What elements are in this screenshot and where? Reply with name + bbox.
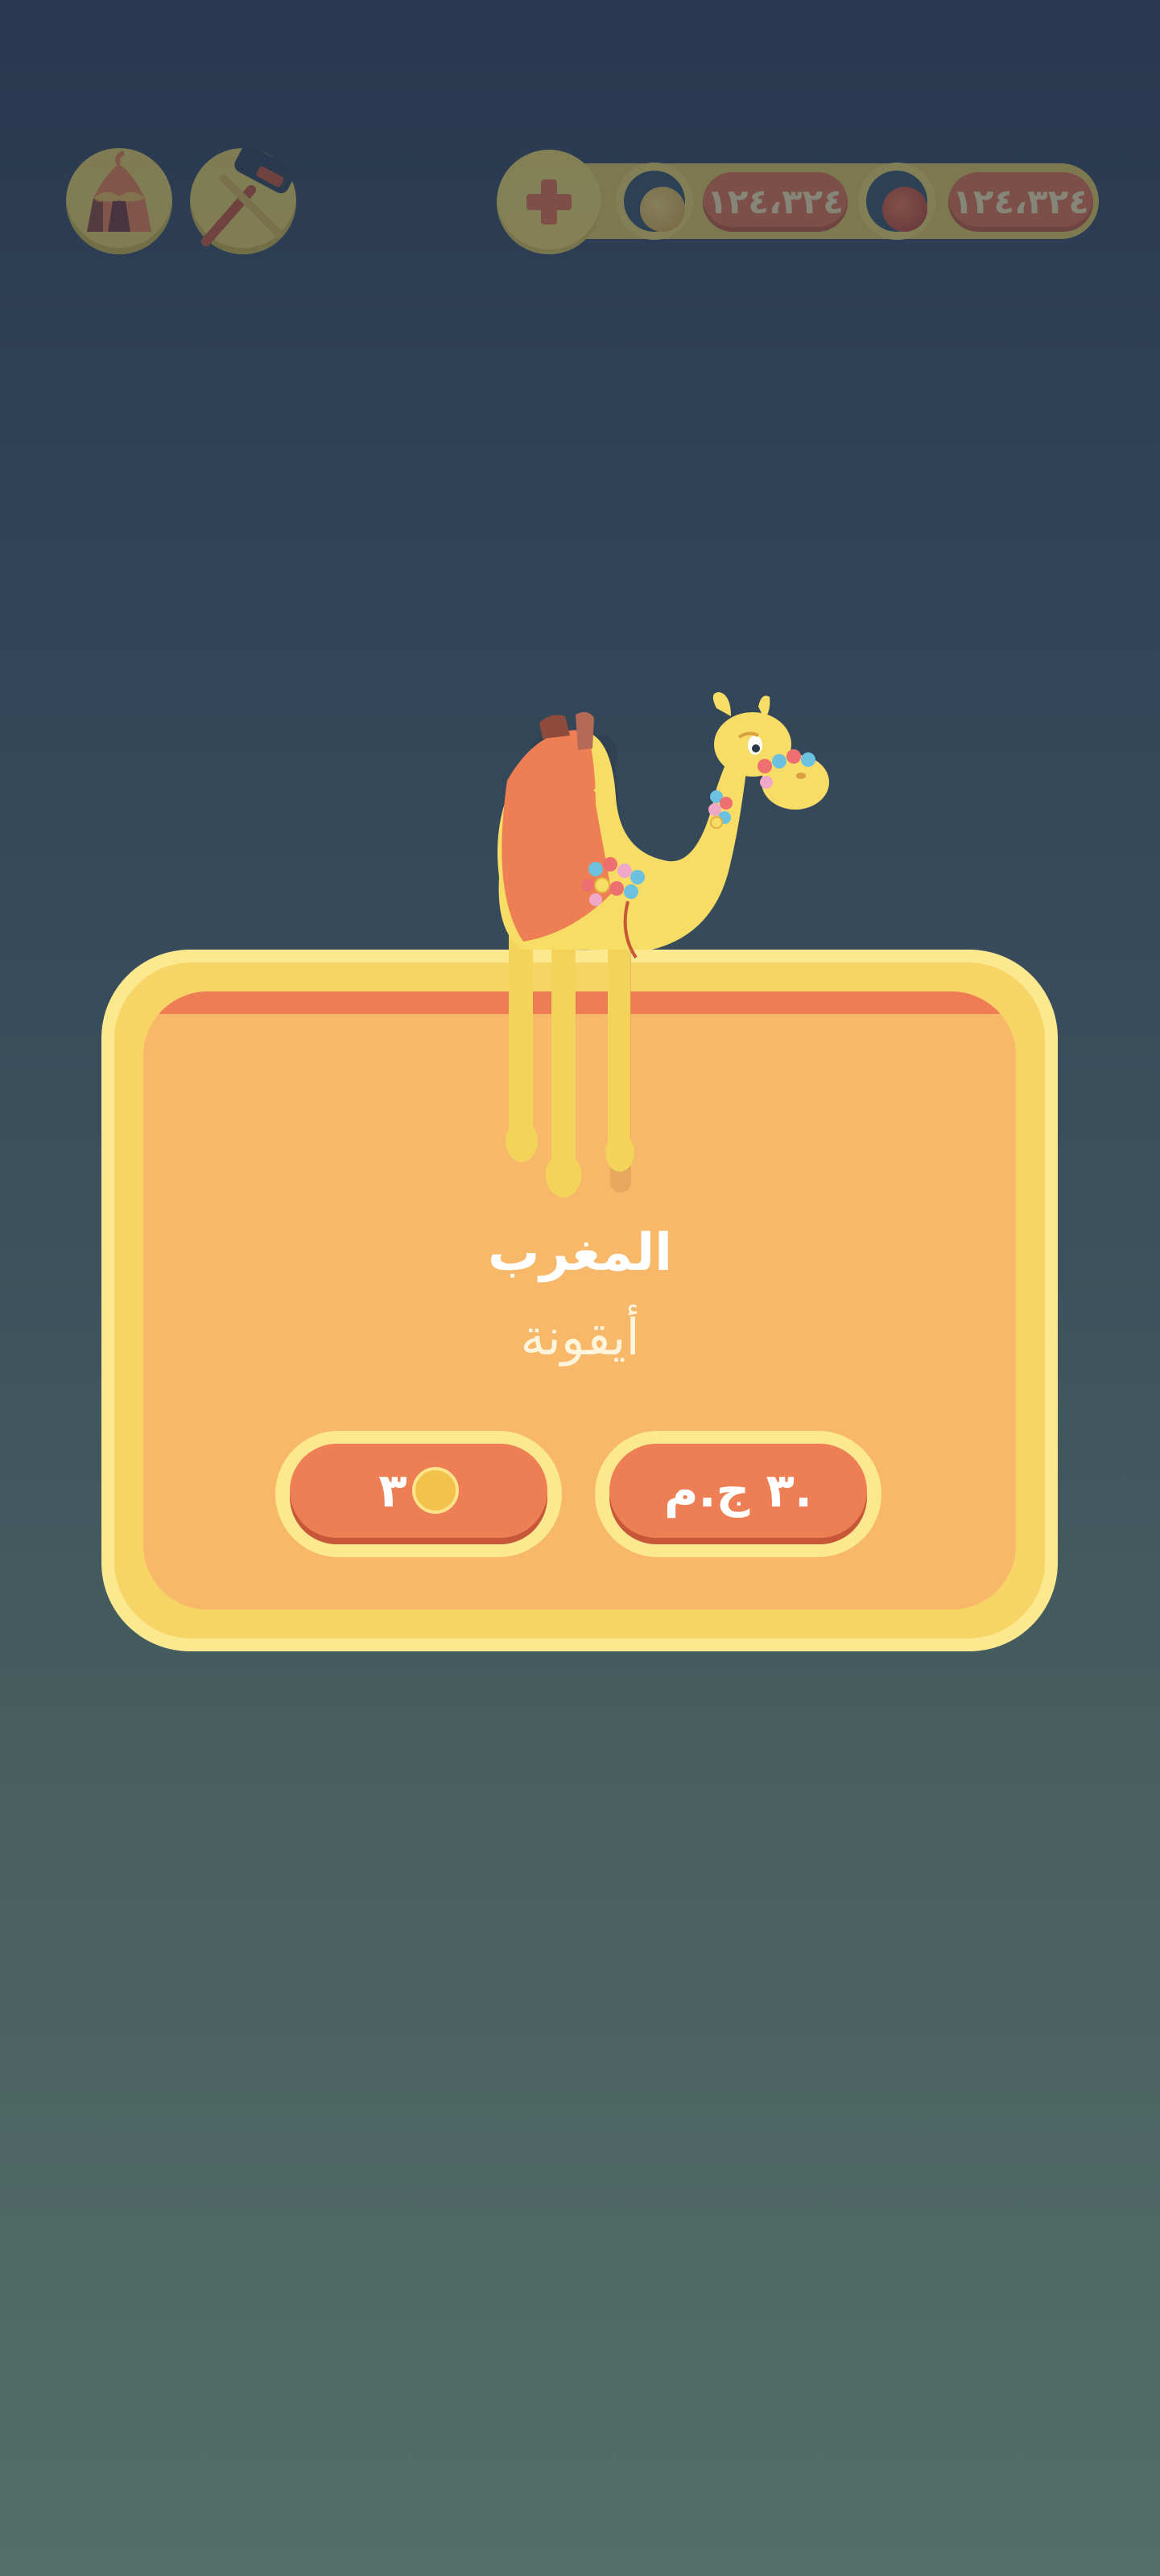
camel-illustration — [497, 692, 829, 1197]
red-gem-icon — [858, 163, 935, 240]
item-title: المغرب — [487, 1223, 673, 1283]
money-price: ٣ ج.م. — [609, 1444, 867, 1538]
tent-icon — [87, 150, 151, 232]
item-type-label: أيقونة — [520, 1308, 640, 1366]
add-currency-button[interactable] — [497, 150, 601, 254]
hammer-button[interactable] — [190, 148, 296, 254]
hammer-icon — [201, 148, 295, 246]
buy-with-money-button[interactable]: ٣ ج.م. — [595, 1431, 881, 1557]
red-gem-count: ١٢٤،٣٢٤ — [948, 172, 1093, 232]
coin-price: ٣ — [378, 1463, 407, 1518]
buy-with-coins-button[interactable]: ٣ — [275, 1431, 562, 1557]
tent-button[interactable] — [66, 148, 172, 254]
gold-coin-count: ١٢٤،٣٢٤ — [703, 172, 848, 232]
gold-coin-icon — [411, 1466, 459, 1514]
gold-coin-icon — [616, 163, 693, 240]
